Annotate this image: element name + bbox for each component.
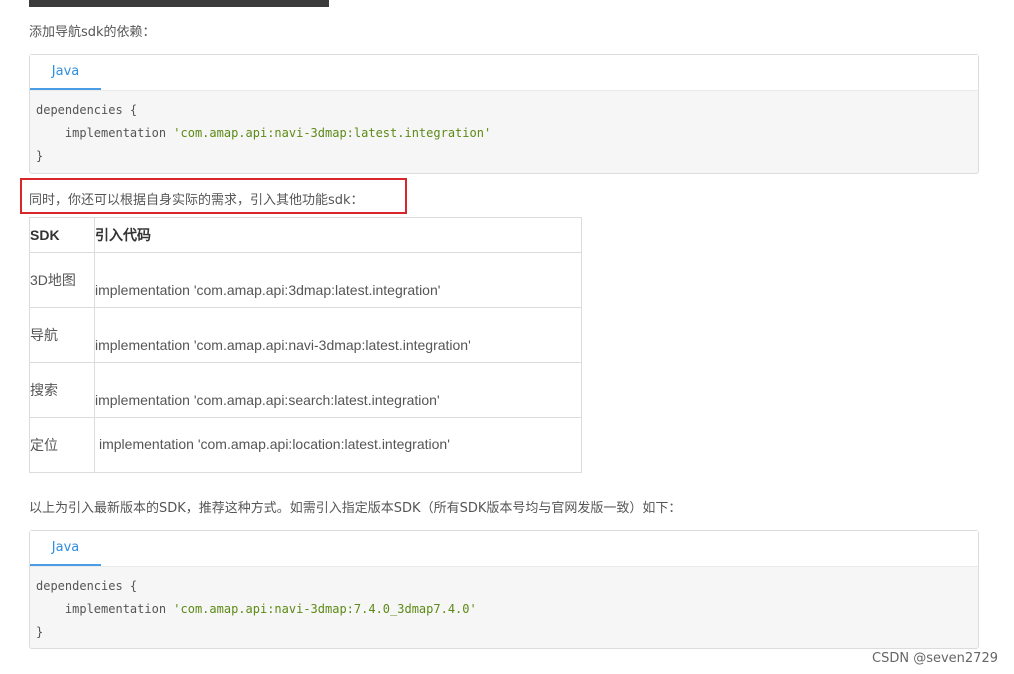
code-tabs: Java — [30, 55, 978, 91]
code-line-prefix: implementation — [36, 126, 174, 140]
code-line: dependencies { — [36, 103, 138, 117]
tab-java[interactable]: Java — [30, 55, 101, 90]
code-string: 'com.amap.api:navi-3dmap:latest.integrat… — [173, 126, 492, 140]
code-content: dependencies { implementation 'com.amap.… — [30, 91, 978, 168]
cell-sdk: 3D地图 — [29, 252, 95, 308]
tab-java[interactable]: Java — [30, 531, 101, 566]
cell-sdk: 定位 — [29, 417, 95, 473]
cell-code-text: implementation 'com.amap.api:location:la… — [99, 436, 450, 452]
code-line-prefix: implementation — [36, 602, 174, 616]
code-line: } — [36, 149, 44, 163]
table-row: 3D地图 implementation 'com.amap.api:3dmap:… — [29, 252, 582, 308]
version-text: 以上为引入最新版本的SDK，推荐这种方式。如需引入指定版本SDK（所有SDK版本… — [29, 501, 682, 516]
table-row: 搜索 implementation 'com.amap.api:search:l… — [29, 362, 582, 418]
cell-sdk: 搜索 — [29, 362, 95, 418]
cell-sdk: 导航 — [29, 307, 95, 363]
code-tabs: Java — [30, 531, 978, 567]
top-image-fragment — [29, 0, 329, 7]
cell-code: implementation 'com.amap.api:location:la… — [94, 417, 582, 473]
table-header-row: SDK 引入代码 — [29, 217, 582, 253]
header-code: 引入代码 — [94, 217, 582, 253]
intro-text: 添加导航sdk的依赖： — [29, 25, 156, 40]
watermark: CSDN @seven2729 — [872, 651, 998, 666]
cell-code: implementation 'com.amap.api:navi-3dmap:… — [94, 307, 582, 363]
code-line: dependencies { — [36, 579, 138, 593]
code-line: } — [36, 625, 44, 639]
table-row: 定位 implementation 'com.amap.api:location… — [29, 417, 582, 473]
sdk-table: SDK 引入代码 3D地图 implementation 'com.amap.a… — [29, 217, 582, 473]
code-content: dependencies { implementation 'com.amap.… — [30, 567, 978, 644]
cell-code-text: implementation 'com.amap.api:navi-3dmap:… — [95, 337, 471, 353]
code-block-1: Java dependencies { implementation 'com.… — [29, 54, 979, 174]
cell-code-text: implementation 'com.amap.api:search:late… — [95, 392, 440, 408]
code-string: 'com.amap.api:navi-3dmap:7.4.0_3dmap7.4.… — [173, 602, 477, 616]
cell-code: implementation 'com.amap.api:search:late… — [94, 362, 582, 418]
cell-code: implementation 'com.amap.api:3dmap:lates… — [94, 252, 582, 308]
table-row: 导航 implementation 'com.amap.api:navi-3dm… — [29, 307, 582, 363]
highlighted-text: 同时，你还可以根据自身实际的需求，引入其他功能sdk： — [29, 193, 364, 208]
header-sdk: SDK — [29, 217, 95, 253]
code-block-2: Java dependencies { implementation 'com.… — [29, 530, 979, 649]
cell-code-text: implementation 'com.amap.api:3dmap:lates… — [95, 282, 441, 298]
